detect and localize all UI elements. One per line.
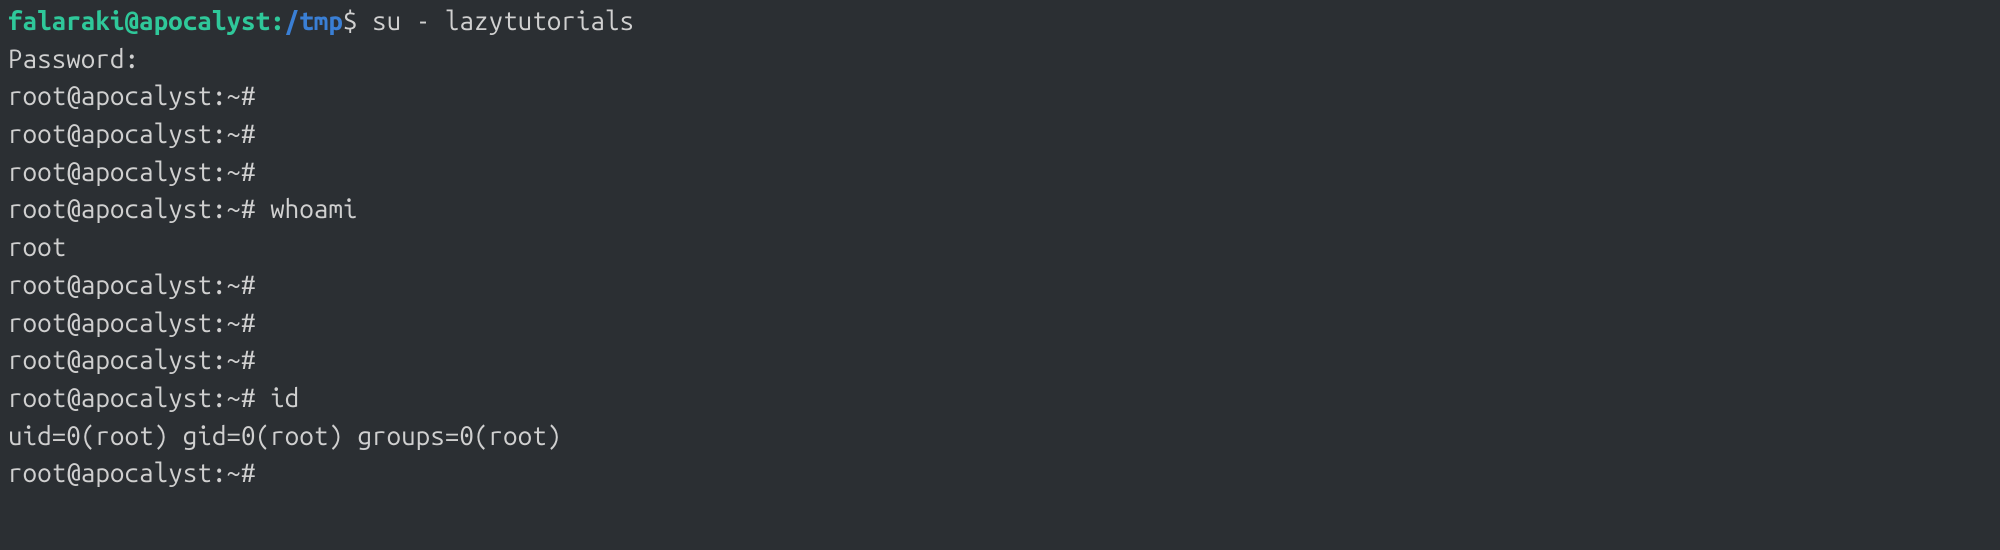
prompt-line-id: root@apocalyst:~# id bbox=[8, 379, 1992, 417]
root-prompt: root@apocalyst:~# bbox=[8, 383, 270, 412]
root-prompt-empty: root@apocalyst:~# bbox=[8, 304, 1992, 342]
prompt-line-whoami: root@apocalyst:~# whoami bbox=[8, 190, 1992, 228]
prompt-line-su: falaraki@apocalyst:/tmp$ su - lazytutori… bbox=[8, 2, 1992, 40]
root-prompt-current: root@apocalyst:~# bbox=[8, 454, 1992, 492]
cwd-path: /tmp bbox=[285, 6, 343, 35]
output-whoami: root bbox=[8, 228, 1992, 266]
user-host: falaraki@apocalyst bbox=[8, 6, 270, 35]
command-su: su - lazytutorials bbox=[372, 6, 634, 35]
colon: : bbox=[270, 6, 285, 35]
command-whoami: whoami bbox=[270, 194, 357, 223]
root-prompt-empty: root@apocalyst:~# bbox=[8, 153, 1992, 191]
output-id: uid=0(root) gid=0(root) groups=0(root) bbox=[8, 417, 1992, 455]
root-prompt: root@apocalyst:~# bbox=[8, 194, 270, 223]
root-prompt-empty: root@apocalyst:~# bbox=[8, 115, 1992, 153]
prompt-symbol: $ bbox=[343, 6, 372, 35]
root-prompt-empty: root@apocalyst:~# bbox=[8, 266, 1992, 304]
terminal-window[interactable]: falaraki@apocalyst:/tmp$ su - lazytutori… bbox=[8, 2, 1992, 492]
root-prompt-empty: root@apocalyst:~# bbox=[8, 341, 1992, 379]
root-prompt-empty: root@apocalyst:~# bbox=[8, 77, 1992, 115]
password-prompt: Password: bbox=[8, 40, 1992, 78]
command-id: id bbox=[270, 383, 299, 412]
